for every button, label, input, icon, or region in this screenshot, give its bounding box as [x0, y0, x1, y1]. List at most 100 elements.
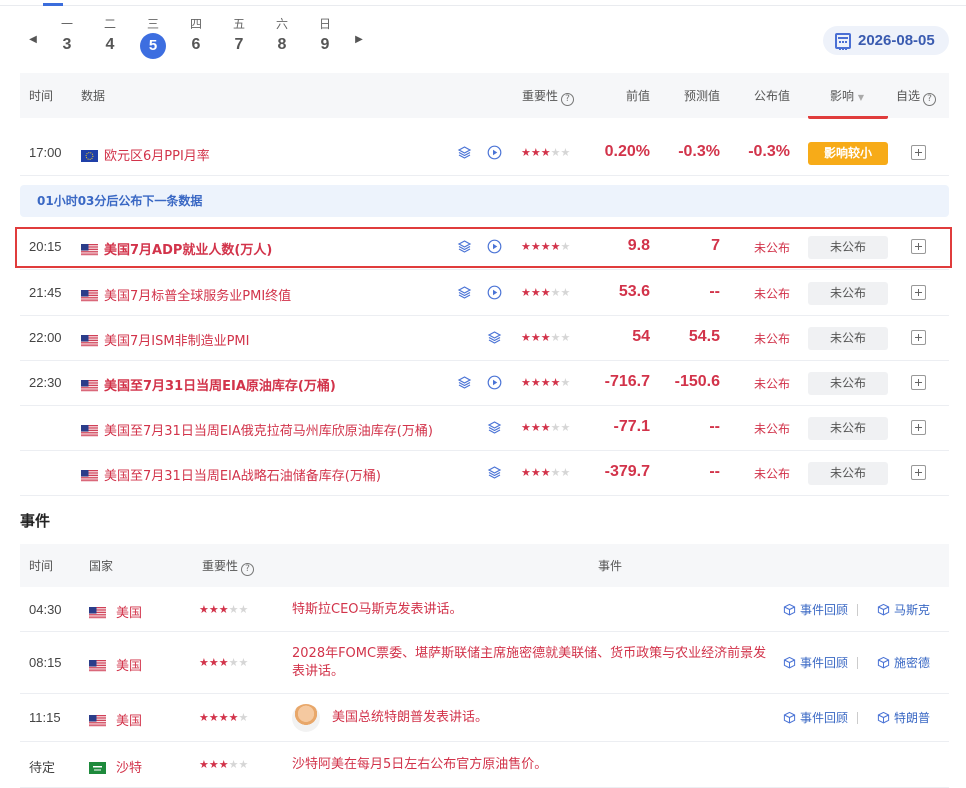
event-row: 08:15 美国 ★★★★★ 2028年FOMC票委、堪萨斯联储主席施密德就美联储、货… [20, 632, 949, 694]
importance-stars: ★★★★★ [521, 146, 571, 159]
date-picker-button[interactable]: 2026-08-05 [823, 26, 949, 55]
day-weekday: 五 [232, 17, 245, 31]
top-divider [0, 5, 966, 6]
layers-icon[interactable] [487, 465, 502, 480]
layers-icon[interactable] [487, 420, 502, 435]
selected-date: 2026-08-05 [858, 32, 935, 49]
help-icon[interactable]: ? [241, 563, 255, 576]
row-time: 17:00 [29, 145, 62, 160]
indicator-name[interactable]: 美国至7月31日当周EIA战略石油储备库存(万桶) [104, 465, 381, 484]
day-tab-6[interactable]: 四6 [179, 16, 213, 58]
day-tab-4[interactable]: 二4 [93, 16, 127, 58]
indicator-name[interactable]: 美国至7月31日当周EIA俄克拉荷马州库欣原油库存(万桶) [104, 420, 433, 439]
col-impact[interactable]: 影响 ▼ [830, 88, 864, 106]
row-time: 22:30 [29, 375, 62, 390]
person-link[interactable]: 特朗普 [877, 709, 930, 726]
day-tab-9[interactable]: 日9 [308, 16, 342, 58]
add-watch-icon[interactable] [911, 420, 926, 435]
col-importance: 重要性? [522, 88, 575, 106]
event-country: 美国 [116, 714, 143, 729]
play-icon[interactable] [487, 145, 502, 160]
event-time: 11:15 [29, 710, 61, 725]
col-data: 数据 [81, 89, 106, 103]
event-review-link[interactable]: 事件回顾 [783, 654, 848, 671]
importance-stars: ★★★★★ [199, 602, 249, 616]
add-watch-icon[interactable] [911, 285, 926, 300]
indicator-name[interactable]: 美国至7月31日当周EIA原油库存(万桶) [104, 375, 336, 394]
importance-stars: ★★★★★ [521, 376, 571, 389]
add-watch-icon[interactable] [911, 145, 926, 160]
day-tab-7[interactable]: 五7 [222, 16, 256, 58]
data-table-header: 时间 数据 重要性? 前值 预测值 公布值 影响 ▼ 自选? [20, 73, 949, 118]
add-watch-icon[interactable] [911, 465, 926, 480]
actual-value: -0.3% [748, 143, 790, 160]
event-country: 沙特 [116, 761, 143, 776]
day-weekday: 四 [189, 17, 202, 31]
event-row: 11:15 美国 ★★★★★ 美国总统特朗普发表讲话。 事件回顾 特朗普 [20, 694, 949, 742]
flag-us-icon [81, 332, 98, 347]
sort-down-icon[interactable]: ▼ [858, 93, 864, 102]
col-watch: 自选? [896, 88, 937, 106]
event-review-label: 事件回顾 [800, 711, 849, 725]
forecast-value: -- [709, 283, 720, 300]
event-text: 沙特阿美在每月5日左右公布官方原油售价。 [292, 757, 548, 772]
event-time: 04:30 [29, 601, 62, 617]
day-number: 8 [277, 36, 287, 53]
add-watch-icon[interactable] [911, 330, 926, 345]
day-tab-3[interactable]: 一3 [50, 16, 84, 58]
play-icon[interactable] [487, 285, 502, 300]
day-tab-8[interactable]: 六8 [265, 16, 299, 58]
person-link[interactable]: 施密德 [877, 654, 930, 671]
event-time: 08:15 [29, 655, 62, 670]
day-weekday: 三 [146, 17, 159, 31]
events-table-header: 时间 国家 重要性? 事件 [20, 544, 949, 587]
layers-icon[interactable] [457, 375, 472, 390]
day-weekday: 二 [103, 17, 116, 31]
event-text: 特斯拉CEO马斯克发表讲话。 [292, 601, 463, 617]
speaker-avatar [292, 704, 320, 732]
impact-badge: 未公布 [808, 327, 888, 350]
day-tab-5[interactable]: 三5 [136, 16, 170, 59]
table-row: 美国至7月31日当周EIA俄克拉荷马州库欣原油库存(万桶) ★★★★★ -77.1 -… [20, 406, 949, 451]
person-link[interactable]: 马斯克 [877, 601, 930, 618]
impact-badge: 未公布 [808, 462, 888, 485]
indicator-name[interactable]: 美国7月ISM非制造业PMI [104, 330, 249, 349]
indicator-name[interactable]: 美国7月标普全球服务业PMI终值 [104, 285, 291, 304]
help-icon[interactable]: ? [561, 93, 575, 106]
flag-us-icon [81, 377, 98, 392]
importance-stars: ★★★★★ [521, 466, 571, 479]
flag-us-icon [89, 657, 106, 672]
actual-value: 未公布 [753, 332, 790, 346]
col-time: 时间 [29, 559, 54, 573]
event-text: 美国总统特朗普发表讲话。 [332, 710, 489, 725]
flag-us-icon [81, 467, 98, 482]
layers-icon[interactable] [457, 145, 472, 160]
importance-stars: ★★★★★ [199, 711, 249, 724]
flag-us-icon [81, 287, 98, 302]
event-review-link[interactable]: 事件回顾 [783, 601, 848, 618]
previous-value: 0.20% [604, 143, 650, 160]
add-watch-icon[interactable] [911, 375, 926, 390]
forecast-value: -- [709, 463, 720, 480]
indicator-name[interactable]: 欧元区6月PPI月率 [104, 145, 210, 164]
row-time: 21:45 [29, 285, 62, 300]
play-icon[interactable] [487, 375, 502, 390]
previous-value: -716.7 [604, 373, 650, 390]
triangle-right-icon[interactable]: ▶ [351, 34, 367, 45]
impact-badge: 未公布 [808, 417, 888, 440]
layers-icon[interactable] [487, 330, 502, 345]
triangle-left-icon[interactable]: ◀ [25, 34, 41, 45]
event-review-link[interactable]: 事件回顾 [783, 709, 848, 726]
event-time: 待定 [29, 760, 56, 775]
day-number: 4 [105, 36, 115, 53]
person-label: 特朗普 [894, 711, 931, 725]
table-row: 美国至7月31日当周EIA战略石油储备库存(万桶) ★★★★★ -379.7 -- 未公… [20, 451, 949, 496]
layers-icon[interactable] [457, 285, 472, 300]
importance-stars: ★★★★★ [199, 758, 249, 771]
event-country: 美国 [116, 659, 143, 674]
event-country: 美国 [116, 605, 143, 621]
day-weekday: 一 [60, 17, 73, 31]
help-icon[interactable]: ? [923, 93, 937, 106]
next-release-notice: 01小时03分后公布下一条数据 [20, 185, 949, 217]
actual-value: 未公布 [753, 467, 790, 481]
